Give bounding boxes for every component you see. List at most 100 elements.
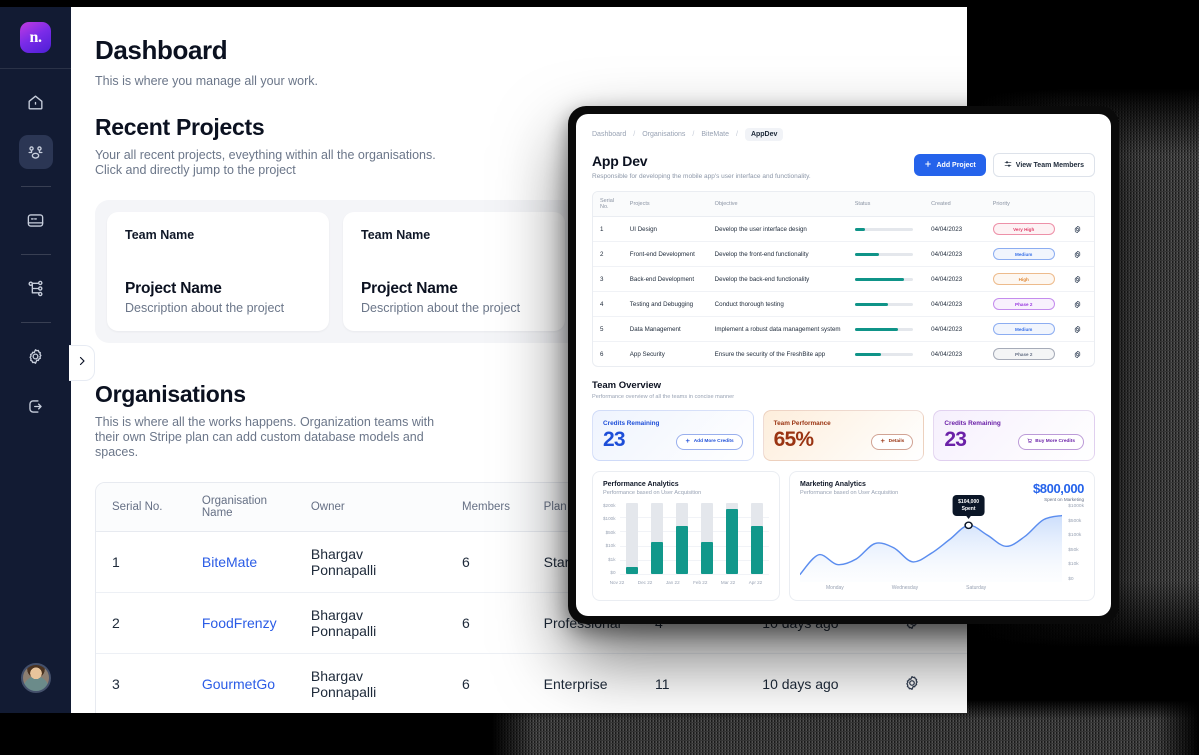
chevron-right-icon [76,354,88,372]
bar-chart: $200k $100k $50k $10k $1k $0 [603,503,769,575]
cell-owner: Bhargav Ponnapalli [295,654,446,713]
table-row[interactable]: 3 GourmetGo Bhargav Ponnapalli 6 Enterpr… [96,654,967,713]
filter-icon [1004,160,1012,170]
stat-value: 65% [773,428,814,451]
bar [625,566,638,574]
bar [725,508,738,574]
stat-bottom-row: 23 Add More Credits [603,429,743,450]
area-chart-tooltip: $104,000 Spent [952,495,986,516]
cell-objective: Develop the back-end functionality [707,267,848,292]
team-subtitle: Responsible for developing the mobile ap… [592,173,811,180]
row-settings-button[interactable] [1066,317,1094,342]
view-team-members-label: View Team Members [1015,161,1084,169]
y-tick-label: $0 [1068,576,1074,582]
sidebar-item-home[interactable] [19,85,53,119]
y-tick-label: $10k [1068,562,1079,568]
status-progress-track [854,227,913,231]
pcol-projects: Projects [622,192,708,217]
team-overview-title: Team Overview [592,380,662,391]
projects-table-row[interactable]: 6 App Security Ensure the security of the … [593,342,1094,366]
cell-members: 6 [446,654,528,713]
grid-line [619,559,769,561]
gear-icon [1073,350,1087,359]
x-tick-label: Mar 22 [720,580,736,585]
sidebar-item-logout[interactable] [19,389,53,423]
marketing-amount: $800,000 [1032,481,1084,496]
projects-table-row[interactable]: 3 Back-end Development Develop the back-e… [593,267,1094,292]
projects-table-row[interactable]: 5 Data Management Implement a robust data … [593,317,1094,342]
priority-badge: Phase 2 [992,298,1055,310]
row-settings-button[interactable] [857,654,967,713]
plus-icon [924,160,932,170]
stat-action-button[interactable]: Add More Credits [676,433,743,450]
cell-org-name[interactable]: GourmetGo [186,654,295,713]
cell-org-name[interactable]: BiteMate [185,532,295,593]
row-settings-button[interactable] [1066,242,1094,267]
stat-label: Credits Remaining [944,420,1001,427]
bar-column [750,503,763,574]
x-tick-label: Feb 22 [693,580,708,585]
add-project-button[interactable]: Add Project [914,154,986,176]
x-tick-label: Nov 22 [609,580,625,585]
status-progress-fill [854,252,880,256]
grid-line [619,574,769,575]
header-actions: Add Project View Team Members [914,153,1095,177]
status-progress-track [854,302,913,306]
project-card[interactable]: Team Name Project Name Description about… [107,212,329,331]
row-settings-button[interactable] [1066,292,1094,317]
page-subtitle: This is where you manage all your work. [95,74,319,88]
projects-table-row[interactable]: 1 UI Design Develop the user interface des… [593,217,1094,242]
row-settings-button[interactable] [1066,267,1094,292]
view-team-members-button[interactable]: View Team Members [992,153,1095,177]
status-progress-track [854,277,913,281]
projects-table-row[interactable]: 4 Testing and Debugging Conduct thorough t… [593,292,1094,317]
cell-serial: 2 [593,242,623,267]
stat-label: Team Performance [773,420,831,427]
cell-priority: Medium [985,317,1067,342]
breadcrumb-separator: / [633,131,636,138]
sidebar-item-settings[interactable] [19,339,53,373]
marketing-chart-title: Marketing Analytics [800,481,866,488]
pcol-created: Created [924,192,986,217]
row-settings-button[interactable] [1066,342,1094,366]
row-settings-button[interactable] [1066,217,1094,242]
priority-badge: Medium [992,323,1055,335]
gear-icon [26,347,45,366]
stat-bottom-row: 23 Buy More Credits [944,428,1085,451]
stat-action-button[interactable]: Details [871,433,914,450]
gear-icon [1073,275,1087,284]
stat-cards-row: Credits Remaining 23 Add More Credits Team … [592,410,1096,461]
cell-serial: 3 [96,654,186,713]
stat-bottom-row: 65% Details [774,429,914,450]
page-title: Dashboard [95,35,228,65]
sitemap-icon [26,279,45,298]
sidebar-item-models[interactable] [19,271,53,305]
x-tick-label: Monday [826,585,844,591]
sidebar-expand-toggle[interactable] [69,345,95,381]
bar [675,525,688,574]
cell-priority: Very High [985,217,1067,242]
breadcrumb: Dashboard / Organisations / BiteMate / A… [592,128,1095,141]
pcol-priority: Priority [985,192,1067,217]
x-tick-label: Jan 22 [665,580,680,585]
stat-value: 23 [603,428,626,451]
app-logo[interactable]: n. [20,22,51,53]
avatar[interactable] [21,663,51,693]
breadcrumb-organisations[interactable]: Organisations [642,131,685,138]
cell-org-name[interactable]: FoodFrenzy [185,593,295,654]
breadcrumb-bitemate[interactable]: BiteMate [701,131,729,138]
sidebar-item-organisations[interactable] [18,135,53,169]
breadcrumb-separator: / [735,131,738,138]
organisations-subtitle: This is where all the works happens. Org… [95,415,435,459]
stat-value: 23 [944,428,967,451]
home-icon [26,93,45,112]
cell-priority: Medium [985,242,1067,267]
stat-action-button[interactable]: Buy More Credits [1017,433,1085,450]
cell-owner: Bhargav Ponnapalli [294,593,447,654]
breadcrumb-dashboard[interactable]: Dashboard [592,131,626,138]
projects-table-row[interactable]: 2 Front-end Development Develop the front-… [593,242,1094,267]
project-card[interactable]: Team Name Project Name Description about… [343,212,565,331]
cell-project: App Security [629,350,665,358]
sidebar-item-billing[interactable] [19,203,53,237]
bar-column [725,503,738,574]
